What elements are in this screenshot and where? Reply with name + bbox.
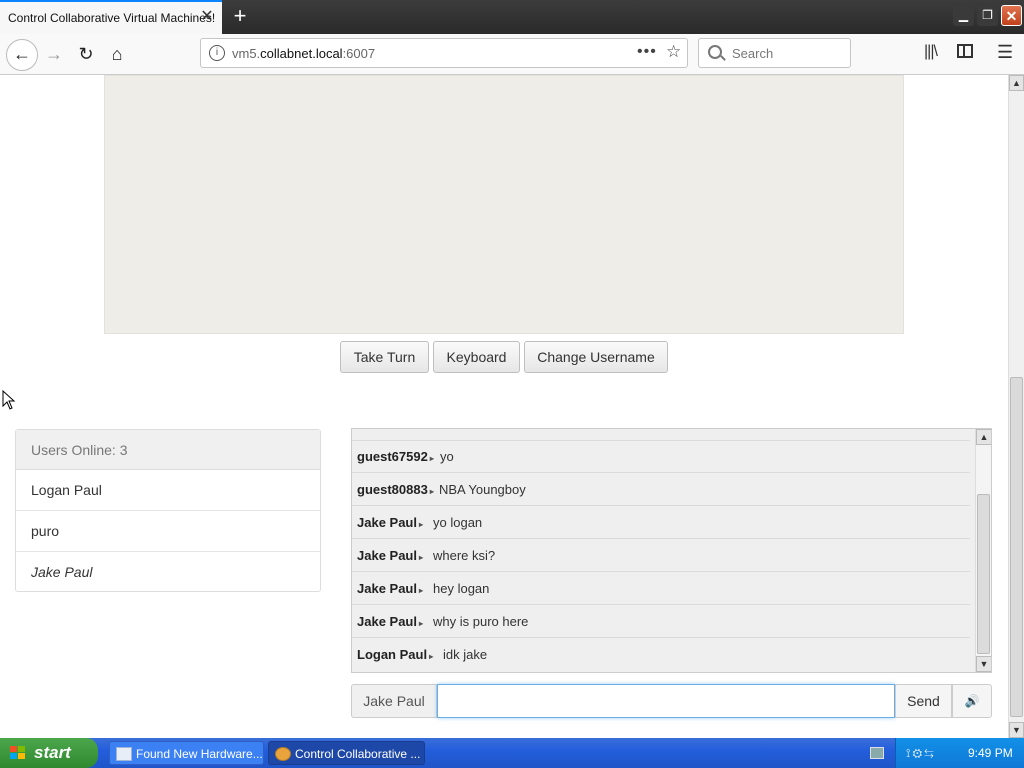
home-icon[interactable]: ⌂ (105, 42, 129, 66)
user-list-item[interactable]: Logan Paul (16, 470, 320, 511)
chat-arrow-icon: ▸ (419, 520, 424, 529)
user-list-item[interactable]: puro (16, 511, 320, 552)
taskbar-item-browser[interactable]: Control Collaborative ... (268, 741, 425, 765)
chat-message-text: where ksi? (433, 548, 496, 563)
chat-message-text: NBA Youngboy (439, 482, 526, 497)
take-turn-button[interactable]: Take Turn (340, 341, 429, 373)
restore-window-button[interactable]: ❐ (977, 5, 998, 26)
chat-message-user: guest67592 (357, 449, 428, 464)
close-window-button[interactable]: ✕ (1001, 5, 1022, 26)
url-prefix: vm5. (232, 46, 261, 61)
start-label: start (34, 743, 71, 762)
browser-title-bar: Control Collaborative Virtual Machines! … (0, 0, 1024, 34)
chat-message-text: why is puro here (433, 614, 529, 629)
users-online-count: Users Online: 3 (31, 442, 128, 458)
chat-scrollbar[interactable]: ▲ ▼ (975, 429, 991, 672)
new-tab-icon[interactable]: + (230, 5, 250, 27)
chat-message: Logan Paul ▸ idk jake (352, 638, 970, 671)
chat-arrow-icon: ▸ (419, 619, 424, 628)
windows-logo-icon (10, 746, 25, 759)
page-actions-icon[interactable]: ••• (637, 43, 657, 61)
chat-arrow-icon: ▸ (419, 586, 424, 595)
search-box[interactable]: Search (698, 38, 851, 68)
site-info-icon[interactable]: i (209, 45, 225, 61)
chat-message: guest67592 ▸ yo (352, 440, 970, 473)
bookmark-star-icon[interactable]: ☆ (666, 42, 681, 62)
page-scrollbar-thumb[interactable] (1010, 377, 1023, 717)
back-arrow-icon[interactable]: ← (6, 39, 38, 71)
chat-message: Jake Paul ▸ why is puro here (352, 605, 970, 638)
chat-message-text: yo (440, 449, 454, 464)
vm-display[interactable] (104, 75, 904, 334)
chat-log[interactable]: guest67592 ▸ yo guest80883 ▸ NBA Youngboy … (351, 428, 992, 673)
url-bar[interactable]: i vm5.collabnet.local:6007 ••• ☆ (200, 38, 688, 68)
taskbar-item-label: Control Collaborative ... (295, 747, 421, 761)
browser-tab[interactable]: Control Collaborative Virtual Machines! … (0, 0, 222, 34)
users-online-panel: Users Online: 3 Logan Paul puro Jake Pau… (15, 429, 321, 592)
chat-message-user: guest80883 (357, 482, 428, 497)
tab-title: Control Collaborative Virtual Machines! (8, 11, 216, 25)
page-content: Take Turn Keyboard Change Username Users… (0, 75, 1008, 738)
chat-message-text: idk jake (443, 647, 488, 662)
chat-message-user: Jake Paul (357, 581, 417, 596)
hamburger-menu-icon[interactable]: ☰ (997, 42, 1013, 63)
chat-message-text: yo logan (433, 515, 483, 530)
chat-arrow-icon: ▸ (429, 454, 434, 463)
windows-taskbar: start Found New Hardware... Control Coll… (0, 738, 1024, 768)
users-online-header: Users Online: 3 (16, 430, 320, 470)
tray-network-icon[interactable]: ⟟⚙⇆ (906, 746, 936, 761)
taskbar-item-label: Found New Hardware... (136, 747, 263, 761)
page-scrollbar[interactable]: ▲ ▼ (1008, 75, 1024, 738)
chat-message: guest80883 ▸ NBA Youngboy (352, 473, 970, 506)
user-list-item-self[interactable]: Jake Paul (16, 552, 320, 593)
url-host: collabnet.local (260, 46, 343, 61)
keyboard-button[interactable]: Keyboard (433, 341, 520, 373)
chat-message: Jake Paul ▸ hey logan (352, 572, 970, 605)
chat-message-text: hey logan (433, 581, 490, 596)
scroll-down-icon[interactable]: ▼ (976, 656, 991, 672)
user-name: puro (31, 523, 60, 539)
chat-arrow-icon: ▸ (429, 487, 434, 496)
sidebar-toggle-icon[interactable] (957, 44, 973, 58)
url-port: :6007 (342, 46, 376, 61)
search-icon (708, 45, 722, 59)
user-name: Logan Paul (31, 482, 102, 498)
url-text[interactable]: vm5.collabnet.local:6007 (232, 46, 375, 61)
scroll-up-icon[interactable]: ▲ (976, 429, 991, 445)
chat-message: Jake Paul ▸ where ksi? (352, 539, 970, 572)
taskbar-item-found-new-hardware[interactable]: Found New Hardware... (109, 741, 264, 765)
keyboard-tray-icon[interactable] (870, 747, 884, 759)
close-tab-icon[interactable]: ✕ (200, 9, 214, 25)
navigation-toolbar: ← → ↻ ⌂ i vm5.collabnet.local:6007 ••• ☆… (0, 34, 1024, 75)
speaker-icon[interactable]: 🔊 (952, 684, 992, 718)
mouse-cursor-icon (2, 390, 16, 410)
chat-arrow-icon: ▸ (419, 553, 424, 562)
chat-arrow-icon: ▸ (429, 652, 434, 661)
search-placeholder: Search (732, 46, 774, 61)
start-button[interactable]: start (0, 738, 98, 768)
user-name: Jake Paul (31, 564, 93, 580)
chat-scrollbar-thumb[interactable] (977, 494, 990, 654)
forward-arrow-icon[interactable]: → (42, 42, 66, 66)
chat-message-user: Logan Paul (357, 647, 428, 662)
scroll-down-icon[interactable]: ▼ (1009, 722, 1024, 738)
chat-message-user: Jake Paul (357, 548, 417, 563)
chat-input-row: Jake Paul Send 🔊 (351, 684, 992, 718)
chat-username-label: Jake Paul (351, 684, 437, 718)
chat-message-user: Jake Paul (357, 614, 417, 629)
change-username-button[interactable]: Change Username (524, 341, 668, 373)
system-tray: ⟟⚙⇆ 9:49 PM (895, 738, 1024, 768)
library-icon[interactable]: |||\ (924, 43, 938, 61)
send-button[interactable]: Send (895, 684, 952, 718)
system-clock[interactable]: 9:49 PM (968, 746, 1013, 760)
browser-icon (275, 747, 291, 761)
minimize-window-button[interactable]: ▁ (953, 5, 974, 26)
window-icon (116, 747, 132, 761)
chat-message-user: Jake Paul (357, 515, 417, 530)
scroll-up-icon[interactable]: ▲ (1009, 75, 1024, 91)
chat-message-input[interactable] (437, 684, 895, 718)
chat-message: Jake Paul ▸ yo logan (352, 506, 970, 539)
reload-icon[interactable]: ↻ (74, 42, 98, 66)
